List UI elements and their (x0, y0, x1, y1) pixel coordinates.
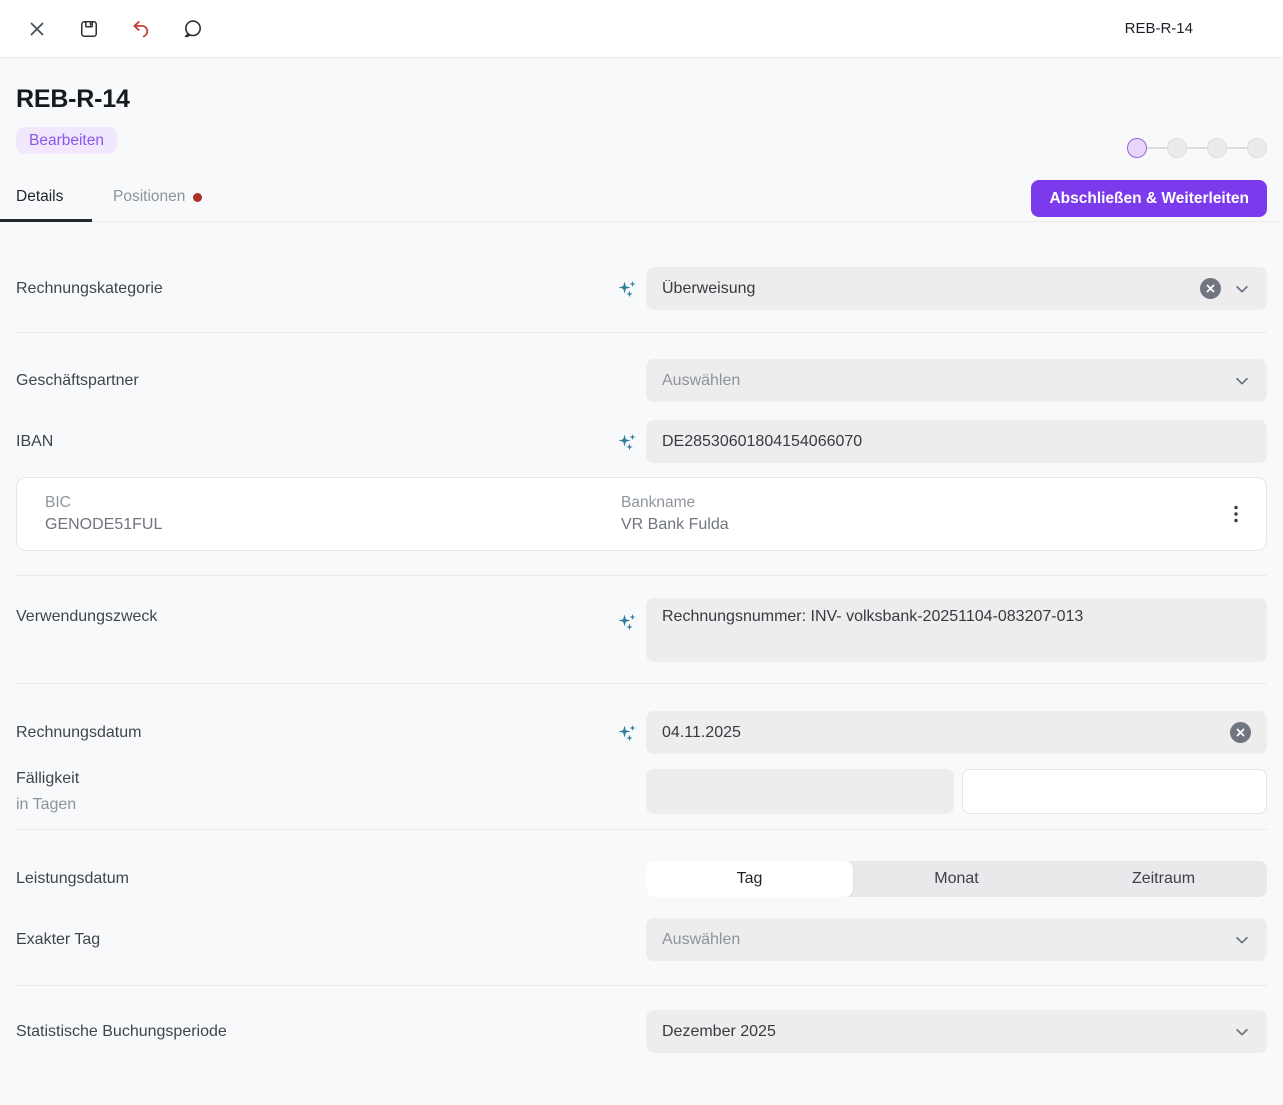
ai-sparkle-icon (618, 433, 636, 451)
status-badge: Bearbeiten (16, 127, 117, 154)
ai-sparkle-icon (618, 280, 636, 298)
tab-details-label: Details (16, 188, 63, 206)
chevron-down-icon (1233, 1023, 1251, 1041)
section-verwendungszweck: Verwendungszweck Rechnungsnummer: INV- v… (16, 576, 1267, 684)
stepper-step-3[interactable] (1207, 138, 1227, 158)
rechnungskategorie-label: Rechnungskategorie (16, 280, 646, 298)
leistungsdatum-label: Leistungsdatum (16, 870, 646, 888)
chevron-down-icon (1233, 931, 1251, 949)
verwendungszweck-label: Verwendungszweck (16, 598, 646, 626)
bic-block: BIC GENODE51FUL (45, 492, 621, 536)
bank-card-menu-button[interactable] (1230, 501, 1242, 527)
top-toolbar: REB-R-14 (0, 0, 1283, 58)
segment-zeitraum[interactable]: Zeitraum (1060, 861, 1267, 897)
segment-tag[interactable]: Tag (646, 861, 853, 897)
geschaeftspartner-select[interactable]: Auswählen (646, 359, 1267, 402)
iban-label: IBAN (16, 433, 646, 451)
close-icon (28, 20, 46, 38)
tab-positionen[interactable]: Positionen (113, 179, 202, 222)
stepper-step-1[interactable] (1127, 138, 1147, 158)
faelligkeit-sublabel: in Tagen (16, 796, 646, 814)
exakter-tag-select[interactable]: Auswählen (646, 918, 1267, 961)
bank-details-card: BIC GENODE51FUL Bankname VR Bank Fulda (16, 477, 1267, 551)
section-leistungsdatum: Leistungsdatum Tag Monat Zeitraum Exakte… (16, 830, 1267, 986)
stepper-step-4[interactable] (1247, 138, 1267, 158)
comment-button[interactable] (182, 18, 204, 40)
complete-forward-button[interactable]: Abschließen & Weiterleiten (1031, 180, 1267, 217)
stepper-connector (1187, 147, 1207, 149)
save-button[interactable] (78, 18, 100, 40)
geschaeftspartner-label: Geschäftspartner (16, 372, 646, 390)
stepper-connector (1227, 147, 1247, 149)
close-button[interactable] (26, 18, 48, 40)
verwendungszweck-value: Rechnungsnummer: INV- volksbank-20251104… (662, 608, 1251, 626)
iban-value: DE28530601804154066070 (662, 433, 1251, 451)
toolbar-document-ref: REB-R-14 (1125, 20, 1193, 37)
rechnungskategorie-select[interactable]: Überweisung (646, 267, 1267, 310)
bankname-block: Bankname VR Bank Fulda (621, 492, 729, 536)
section-rechnungskategorie: Rechnungskategorie Überweisung (16, 222, 1267, 333)
stepper-step-2[interactable] (1167, 138, 1187, 158)
exakter-tag-placeholder: Auswählen (662, 931, 1233, 949)
tab-positionen-label: Positionen (113, 188, 185, 206)
clear-x-icon (1236, 728, 1245, 737)
progress-stepper (1127, 138, 1267, 158)
rechnungskategorie-value: Überweisung (662, 280, 1200, 298)
faelligkeit-datum-input[interactable] (962, 769, 1267, 814)
rechnungsdatum-label: Rechnungsdatum (16, 724, 646, 742)
geschaeftspartner-placeholder: Auswählen (662, 372, 1233, 390)
buchungsperiode-value: Dezember 2025 (662, 1023, 1233, 1041)
clear-button[interactable] (1200, 278, 1221, 299)
ai-sparkle-icon (618, 724, 636, 742)
bic-value: GENODE51FUL (45, 514, 621, 536)
unsaved-indicator-dot (193, 193, 202, 202)
page-title: REB-R-14 (16, 58, 1267, 114)
section-bankdaten: Geschäftspartner Auswählen IBAN DE285306… (16, 333, 1267, 576)
bankname-label: Bankname (621, 492, 729, 514)
exakter-tag-label: Exakter Tag (16, 931, 646, 949)
rechnungsdatum-input[interactable]: 04.11.2025 (646, 711, 1267, 754)
iban-input[interactable]: DE28530601804154066070 (646, 420, 1267, 463)
section-datum: Rechnungsdatum 04.11.2025 Fälligkeit in … (16, 684, 1267, 830)
faelligkeit-label-block: Fälligkeit in Tagen (16, 770, 646, 814)
chevron-down-icon (1233, 372, 1251, 390)
segment-monat[interactable]: Monat (853, 861, 1060, 897)
stepper-connector (1147, 147, 1167, 149)
chevron-down-icon (1233, 280, 1251, 298)
ai-sparkle-icon (618, 613, 636, 631)
undo-button[interactable] (130, 18, 152, 40)
clear-x-icon (1206, 284, 1215, 293)
buchungsperiode-label: Statistische Buchungsperiode (16, 1023, 646, 1041)
bankname-value: VR Bank Fulda (621, 514, 729, 536)
leistungsdatum-segmented-control: Tag Monat Zeitraum (646, 861, 1267, 897)
faelligkeit-label: Fälligkeit (16, 770, 646, 788)
tab-details[interactable]: Details (0, 179, 92, 222)
buchungsperiode-select[interactable]: Dezember 2025 (646, 1010, 1267, 1053)
verwendungszweck-textarea[interactable]: Rechnungsnummer: INV- volksbank-20251104… (646, 598, 1267, 662)
save-icon (79, 19, 99, 39)
comment-icon (183, 19, 203, 39)
kebab-menu-icon (1234, 505, 1238, 523)
bic-label: BIC (45, 492, 621, 514)
undo-icon (131, 19, 151, 39)
clear-button[interactable] (1230, 722, 1251, 743)
rechnungsdatum-value: 04.11.2025 (662, 724, 1230, 742)
section-buchungsperiode: Statistische Buchungsperiode Dezember 20… (16, 986, 1267, 1053)
invoice-editor-page: REB-R-14 REB-R-14 Bearbeiten Abschließen… (0, 0, 1283, 1105)
faelligkeit-tage-input[interactable] (646, 769, 954, 814)
